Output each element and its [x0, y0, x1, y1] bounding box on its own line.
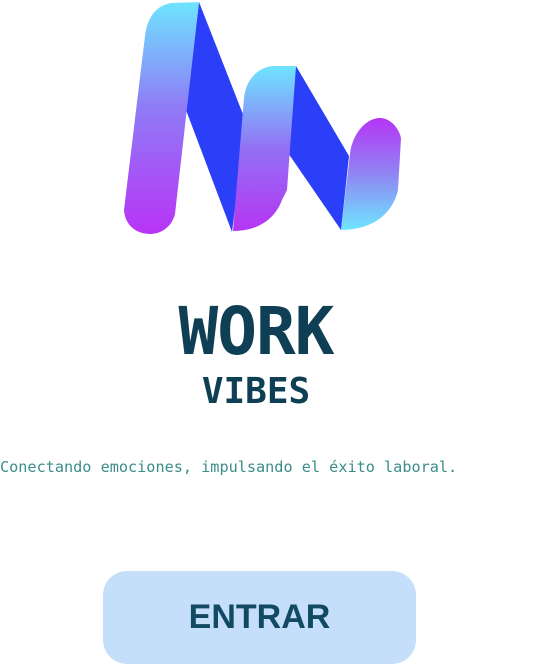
tagline: Conectando emociones, impulsando el éxit… [0, 458, 458, 476]
app-subtitle: VIBES [201, 371, 311, 412]
wave-m-logo-icon [124, 2, 401, 234]
enter-button[interactable]: ENTRAR [103, 571, 416, 664]
app-title: WORK [178, 293, 335, 370]
